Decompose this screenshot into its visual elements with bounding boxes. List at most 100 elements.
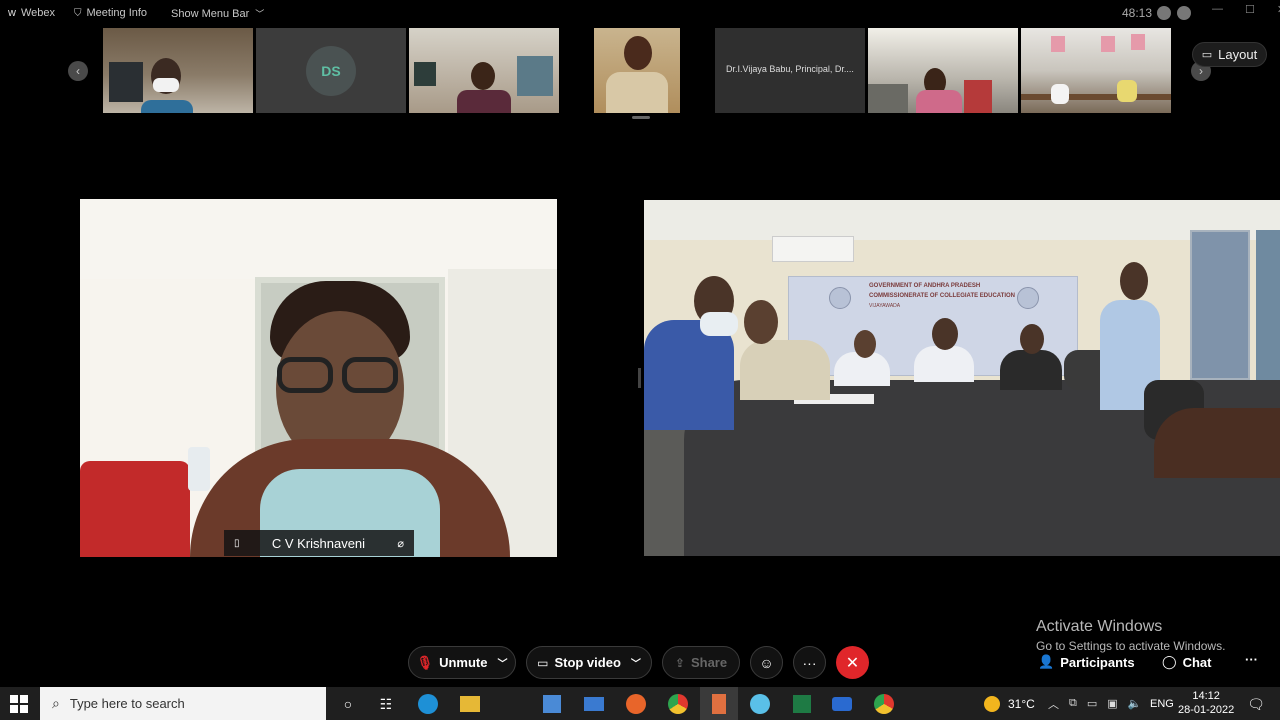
reactions-button[interactable]: ☺: [750, 646, 783, 679]
chat-bubble-icon: ◯: [1162, 654, 1177, 669]
watermark-subtitle: Go to Settings to activate Windows.: [1036, 639, 1226, 653]
taskbar-search-box[interactable]: ⌕ Type here to search: [40, 687, 326, 720]
show-menu-bar-label: Show Menu Bar: [171, 7, 250, 20]
layout-label: Layout: [1218, 47, 1258, 62]
temperature: 31°C: [1008, 696, 1035, 711]
participant-thumbnail[interactable]: [868, 28, 1018, 113]
file-explorer-icon[interactable]: [458, 692, 482, 716]
smiley-icon: ☺: [759, 654, 774, 671]
participant-thumbnail[interactable]: DS: [256, 28, 406, 113]
cortana-icon[interactable]: ○: [336, 692, 360, 716]
paint-app-icon[interactable]: [700, 687, 738, 720]
participant-name: C V Krishnaveni: [271, 535, 366, 551]
minimize-icon[interactable]: —: [1212, 3, 1223, 16]
banner-line-2: COMMISSIONERATE OF COLLEGIATE EDUCATION: [869, 293, 1015, 299]
task-view-icon[interactable]: ☷: [374, 692, 398, 716]
search-icon: ⌕: [52, 695, 60, 711]
stop-video-label: Stop video: [554, 655, 621, 670]
clock-date: 28-01-2022: [1178, 704, 1235, 716]
participant-thumbnail[interactable]: [562, 28, 712, 113]
battery-icon[interactable]: ▭: [1087, 697, 1097, 710]
windows-taskbar: ⌕ Type here to search ○ ☷ 31°C ︿ ⧉ ▭ ▣ 🔈…: [0, 687, 1280, 720]
chrome-icon[interactable]: [666, 692, 690, 716]
meeting-timer: 48:13: [1122, 6, 1153, 20]
layout-button[interactable]: ▭ Layout: [1192, 42, 1267, 67]
weather-widget[interactable]: 31°C: [984, 687, 1035, 720]
title-bar: ᴡ Webex ⛉ Meeting Info Show Menu Bar ﹀ 4…: [0, 0, 1280, 28]
chevron-down-icon: ﹀: [255, 9, 265, 19]
video-tile-left[interactable]: ▯ C V Krishnaveni ⌀: [80, 199, 557, 557]
chat-label: Chat: [1182, 654, 1212, 670]
video-splitter-handle[interactable]: [638, 368, 641, 388]
clock[interactable]: 14:12 28-01-2022: [1178, 689, 1234, 717]
participant-strip: DS Dr.I.Vijaya Babu, Principal, Dr....: [103, 28, 1171, 113]
chevron-down-icon: ﹀: [497, 659, 508, 670]
chrome-profile-icon[interactable]: [872, 692, 896, 716]
phone-icon: ▯: [234, 537, 240, 549]
store-icon[interactable]: [540, 692, 564, 716]
webex-meetings-icon[interactable]: [830, 692, 854, 716]
language-indicator[interactable]: ENG: [1150, 687, 1174, 720]
leave-meeting-button[interactable]: ✕: [836, 646, 869, 679]
video-tile-right[interactable]: GOVERNMENT OF ANDHRA PRADESH COMMISSIONE…: [644, 200, 1280, 556]
participants-button[interactable]: 👤 Participants: [1038, 654, 1135, 670]
participant-thumbnail[interactable]: [103, 28, 253, 113]
excel-icon[interactable]: [790, 692, 814, 716]
camera-icon: ▭: [537, 655, 549, 670]
app-brand: ᴡ Webex: [8, 7, 55, 19]
watermark-title: Activate Windows: [1036, 618, 1163, 635]
app-name: Webex: [20, 7, 55, 19]
participant-name-tag: ▯ C V Krishnaveni ⌀: [224, 530, 414, 556]
activate-windows-watermark: Activate Windows Go to Settings to activ…: [1036, 618, 1225, 653]
webex-app-icon[interactable]: [748, 692, 772, 716]
mic-muted-icon: 🎙: [416, 654, 434, 670]
close-icon: ✕: [845, 654, 860, 672]
participant-thumbnail[interactable]: [409, 28, 559, 113]
edge-icon[interactable]: [416, 692, 440, 716]
strip-prev-button[interactable]: ‹: [68, 61, 88, 81]
layout-icon: ▭: [1201, 49, 1213, 61]
meet-now-icon[interactable]: ⧉: [1069, 697, 1077, 710]
more-options-button[interactable]: ···: [793, 646, 826, 679]
sun-icon: [984, 695, 1000, 712]
network-icon[interactable]: ▣: [1107, 697, 1117, 710]
banner-line-1: GOVERNMENT OF ANDHRA PRADESH: [869, 283, 981, 289]
firefox-icon[interactable]: [624, 692, 648, 716]
people-icon: 👤: [1038, 654, 1055, 669]
show-menu-bar-button[interactable]: Show Menu Bar ﹀: [171, 7, 264, 20]
ellipsis-icon: ···: [1245, 652, 1258, 667]
notifications-icon[interactable]: 🗨: [1244, 692, 1268, 716]
chevron-left-icon: ‹: [76, 64, 80, 78]
clock-time: 14:12: [1192, 690, 1220, 702]
search-placeholder: Type here to search: [69, 696, 185, 711]
participants-label: Participants: [1060, 654, 1135, 670]
volume-icon[interactable]: 🔈: [1128, 697, 1142, 710]
shield-icon: ⛉: [74, 7, 82, 19]
unmute-button[interactable]: 🎙 Unmute ﹀: [408, 646, 516, 679]
stop-video-button[interactable]: ▭ Stop video ﹀: [526, 646, 652, 679]
chevron-up-icon[interactable]: ︿: [1048, 696, 1059, 712]
ellipsis-icon: ···: [802, 654, 817, 671]
share-button[interactable]: ⇪ Share: [662, 646, 740, 679]
mail-icon[interactable]: [582, 692, 606, 716]
muted-icon: ⌀: [397, 537, 404, 550]
maximize-icon[interactable]: ☐: [1245, 3, 1255, 16]
stats-icon[interactable]: [1177, 6, 1191, 20]
chat-button[interactable]: ◯ Chat: [1162, 654, 1211, 670]
share-icon: ⇪: [674, 655, 685, 670]
more-panels-button[interactable]: ···: [1245, 652, 1258, 667]
chevron-down-icon: ﹀: [630, 659, 641, 670]
participant-name: Dr.I.Vijaya Babu, Principal, Dr....: [726, 64, 854, 74]
strip-resize-handle[interactable]: [632, 116, 650, 119]
windows-start-icon[interactable]: [10, 695, 28, 713]
webex-logo-icon: ᴡ: [8, 7, 16, 19]
avatar: DS: [306, 45, 356, 96]
share-label: Share: [690, 655, 728, 670]
participant-thumbnail[interactable]: [1021, 28, 1171, 113]
meeting-info-label: Meeting Info: [86, 7, 148, 19]
unmute-label: Unmute: [439, 655, 488, 670]
banner-line-3: VIJAYAWADA: [869, 303, 901, 309]
participant-thumbnail[interactable]: Dr.I.Vijaya Babu, Principal, Dr....: [715, 28, 865, 113]
meeting-info-button[interactable]: ⛉ Meeting Info: [74, 7, 147, 19]
connection-icon[interactable]: [1157, 6, 1171, 20]
